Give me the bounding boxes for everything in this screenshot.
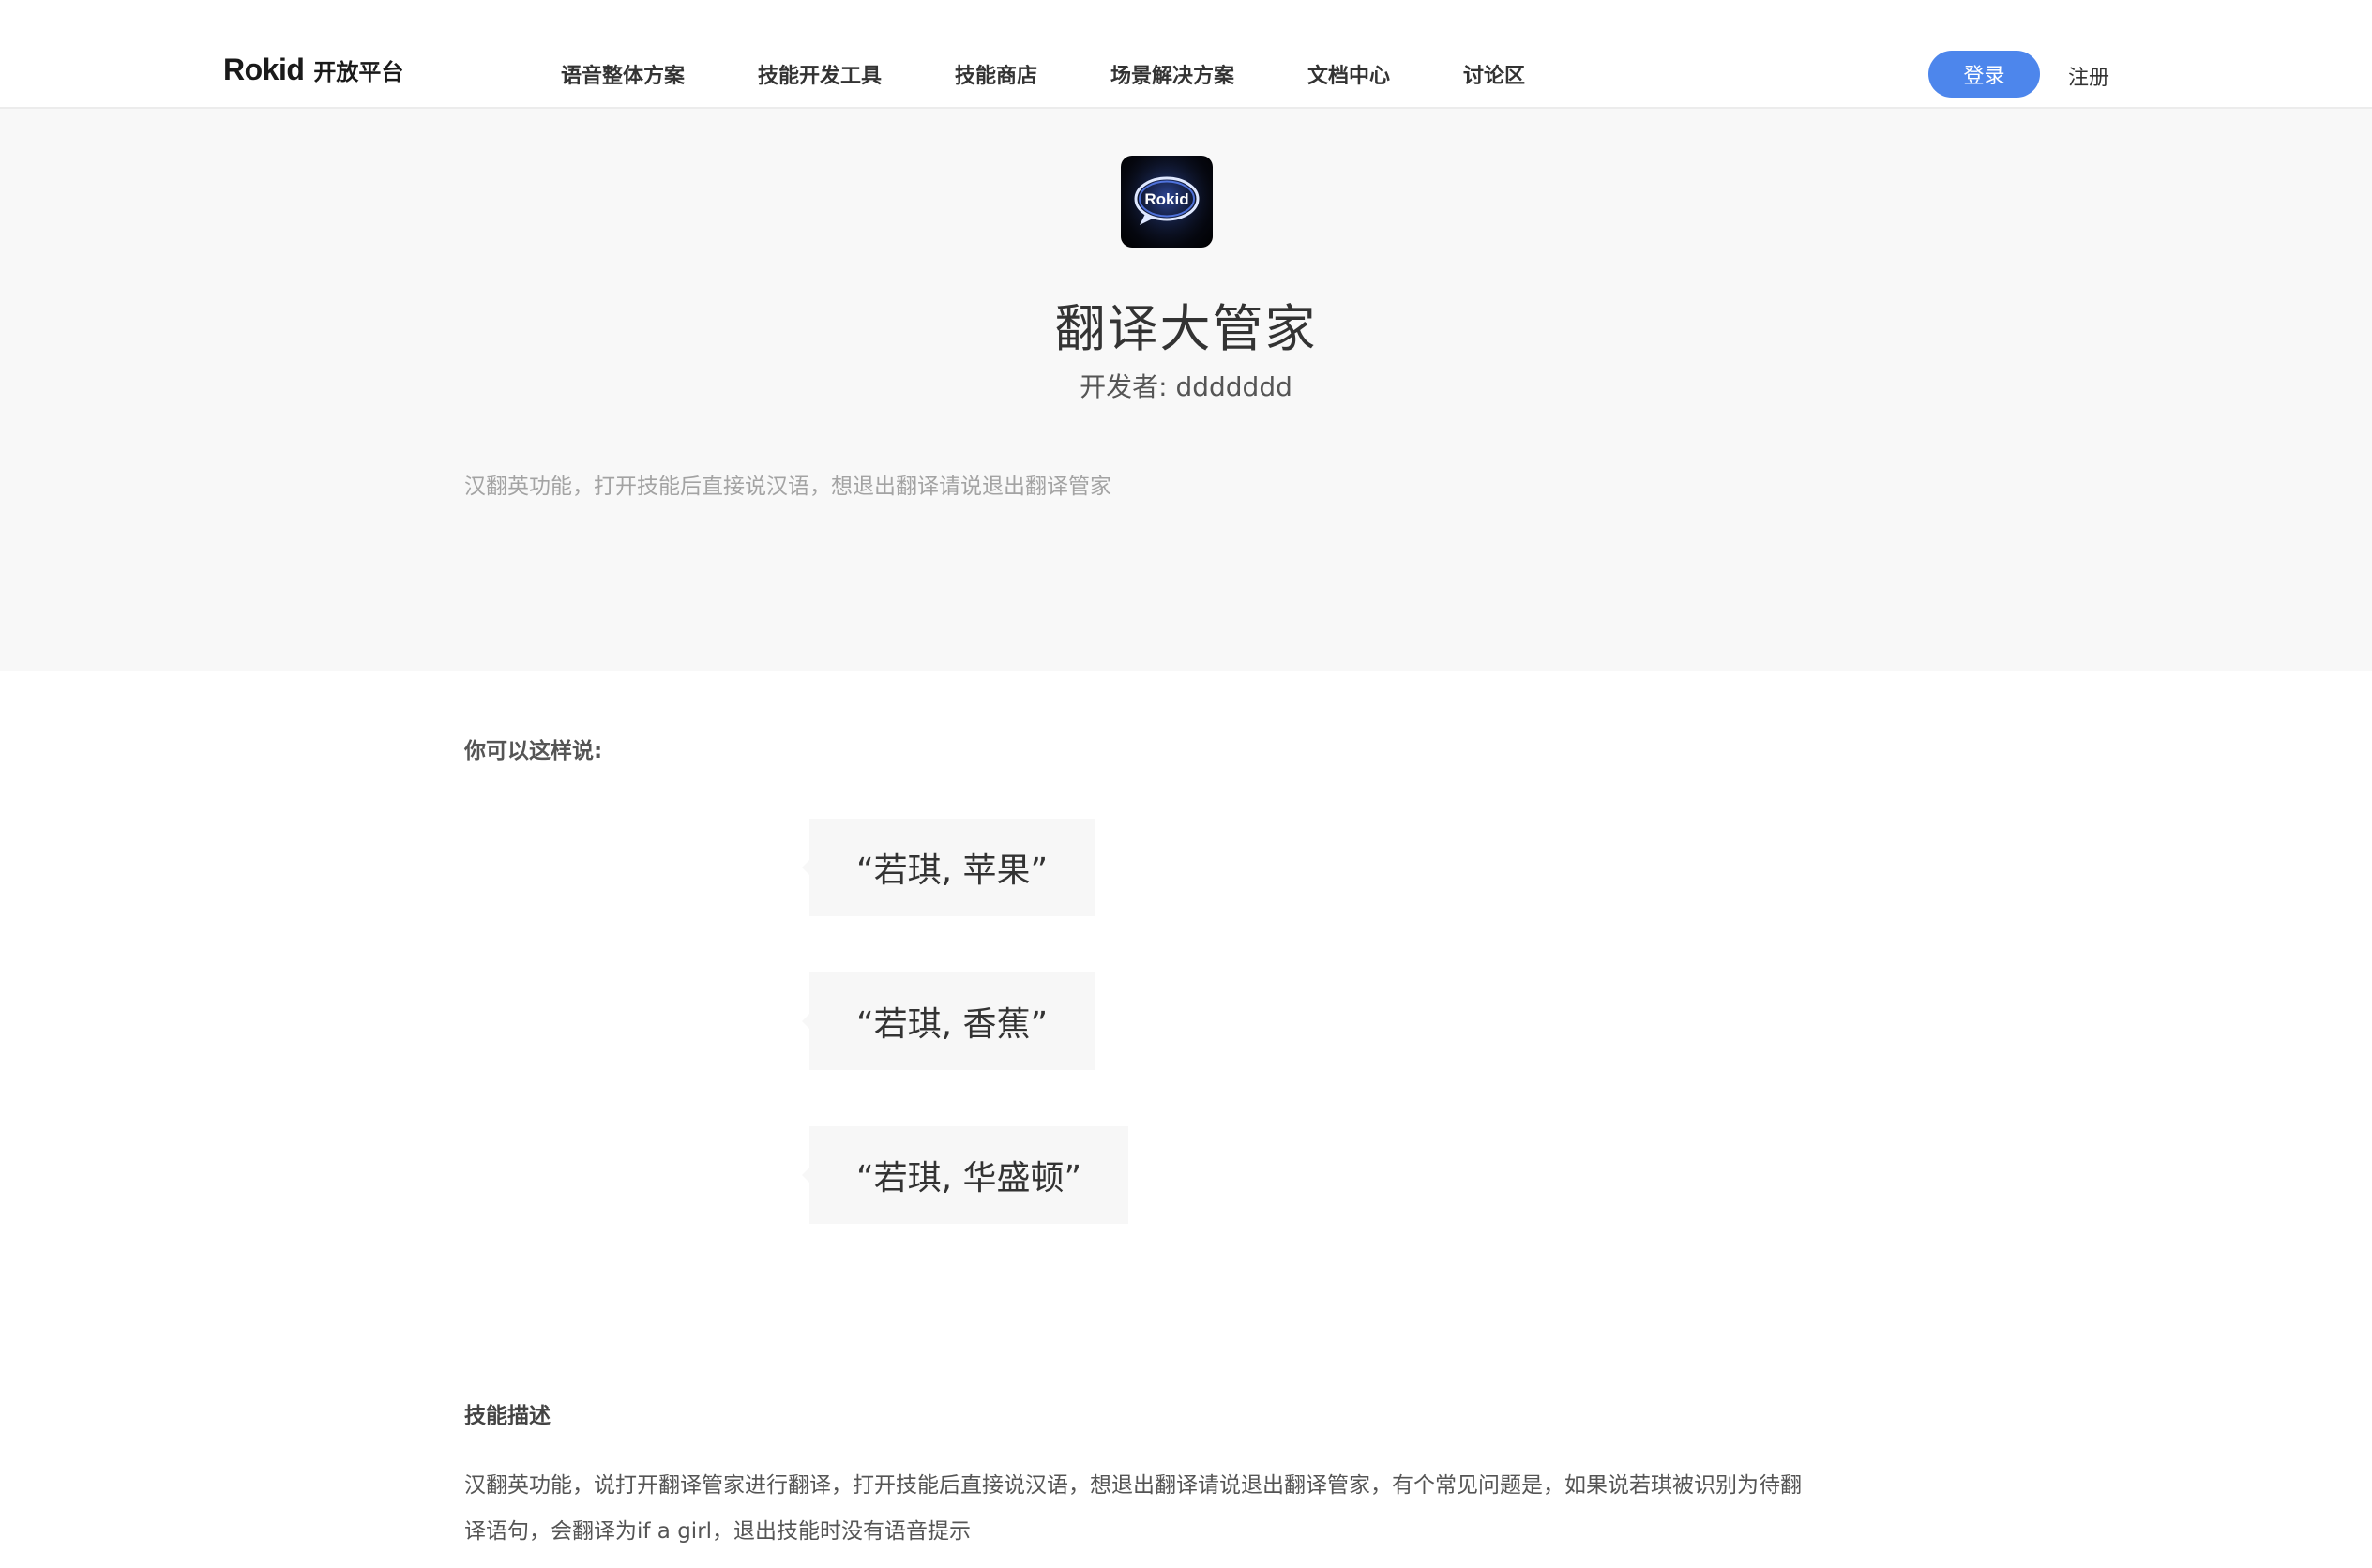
login-button[interactable]: 登录 bbox=[1928, 51, 2040, 98]
skill-summary: 汉翻英功能，打开技能后直接说汉语，想退出翻译请说退出翻译管家 bbox=[464, 475, 1111, 499]
register-link[interactable]: 注册 bbox=[2068, 61, 2109, 91]
logo-suffix: 开放平台 bbox=[313, 59, 404, 85]
skill-hero: Rokid 翻译大管家 开发者: ddddddd 汉翻英功能，打开技能后直接说汉… bbox=[0, 109, 2372, 671]
example-utterance-bubble[interactable]: “若琪, 华盛顿” bbox=[801, 1126, 1129, 1224]
description-line: 汉翻英功能，说打开翻译管家进行翻译，打开技能后直接说汉语，想退出翻译请说退出翻译… bbox=[464, 1473, 1802, 1498]
logo-wordmark: Rokid bbox=[223, 53, 305, 86]
example-utterance-text: “若琪, 华盛顿” bbox=[856, 1159, 1082, 1198]
description-line: 译语句，会翻译为if a girl，退出技能时没有语音提示 bbox=[464, 1519, 972, 1544]
example-utterance-bubble[interactable]: “若琪, 苹果” bbox=[801, 819, 1095, 916]
rokid-speech-bubble-icon: Rokid bbox=[1121, 156, 1213, 248]
nav-item-scene-solution[interactable]: 场景解决方案 bbox=[1110, 59, 1234, 89]
nav-item-forum[interactable]: 讨论区 bbox=[1463, 59, 1525, 89]
nav-item-skill-dev-tools[interactable]: 技能开发工具 bbox=[758, 59, 882, 89]
app-icon-text: Rokid bbox=[1144, 190, 1188, 208]
nav-item-skill-store[interactable]: 技能商店 bbox=[955, 59, 1038, 132]
nav-item-voice-solution[interactable]: 语音整体方案 bbox=[561, 59, 685, 89]
example-utterance-bubble[interactable]: “若琪, 香蕉” bbox=[801, 972, 1095, 1070]
example-utterance-text: “若琪, 香蕉” bbox=[856, 1005, 1049, 1044]
description-text: 汉翻英功能，说打开翻译管家进行翻译，打开技能后直接说汉语，想退出翻译请说退出翻译… bbox=[464, 1463, 1871, 1555]
top-navbar: Rokid 开放平台 语音整体方案 技能开发工具 技能商店 场景解决方案 文档中… bbox=[0, 0, 2372, 132]
logo[interactable]: Rokid 开放平台 bbox=[223, 53, 403, 87]
description-heading: 技能描述 bbox=[464, 1404, 551, 1428]
app-name: 翻译大管家 bbox=[1054, 299, 1318, 358]
developer-name: 开发者: ddddddd bbox=[1080, 371, 1292, 402]
app-icon-graphic: Rokid bbox=[1121, 156, 1213, 248]
examples-heading: 你可以这样说: bbox=[464, 739, 603, 763]
nav-item-docs[interactable]: 文档中心 bbox=[1307, 59, 1390, 89]
example-utterance-text: “若琪, 苹果” bbox=[856, 852, 1049, 890]
